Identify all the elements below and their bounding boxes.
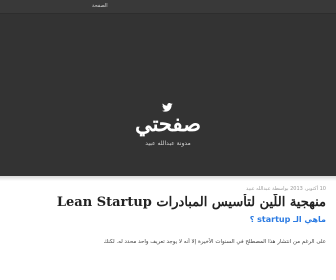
header-divider bbox=[0, 176, 336, 181]
post-meta: 10 أكتوبر، 2013 بواسطة عبدالله عبيد bbox=[245, 186, 326, 192]
site-tagline: مدونة عبدالله عبيد bbox=[145, 140, 191, 147]
post-excerpt: على الرغم من انتشار هذا المصطلح في السنو… bbox=[103, 239, 326, 245]
top-navigation-bar: الصفحة bbox=[0, 0, 336, 14]
nav-link[interactable]: الصفحة bbox=[92, 3, 108, 10]
site-header: الصفحة صفحتي مدونة عبدالله عبيد bbox=[0, 0, 336, 176]
site-title[interactable]: صفحتي bbox=[68, 112, 268, 136]
post-title[interactable]: منهجية اللّين لتأسيس المبادرات Lean Star… bbox=[8, 194, 326, 212]
post-subtitle: ماهي الـ startup ؟ bbox=[249, 215, 326, 224]
page: الصفحة صفحتي مدونة عبدالله عبيد 10 أكتوب… bbox=[0, 0, 336, 280]
